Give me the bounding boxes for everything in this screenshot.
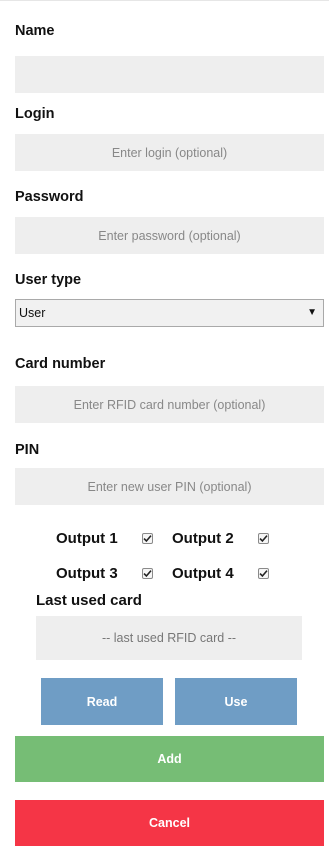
- name-label: Name: [15, 23, 55, 39]
- checkmark-icon: [143, 570, 152, 578]
- checkmark-icon: [259, 535, 268, 543]
- login-field[interactable]: [15, 134, 324, 171]
- output-1-checkbox[interactable]: [142, 533, 153, 544]
- use-button[interactable]: Use: [175, 678, 297, 725]
- cancel-button[interactable]: Cancel: [15, 800, 324, 846]
- checkmark-icon: [259, 570, 268, 578]
- last-used-card-field: -- last used RFID card --: [36, 616, 302, 660]
- user-type-selected: User: [19, 306, 46, 320]
- password-field[interactable]: [15, 217, 324, 254]
- last-used-card-label: Last used card: [36, 592, 142, 609]
- output-2-checkbox[interactable]: [258, 533, 269, 544]
- add-button[interactable]: Add: [15, 736, 324, 782]
- pin-field[interactable]: [15, 468, 324, 505]
- name-field[interactable]: [15, 56, 324, 93]
- login-label: Login: [15, 106, 55, 122]
- card-number-label: Card number: [15, 356, 106, 372]
- add-user-form: Name Login Password User type User ▼ Car…: [0, 0, 329, 859]
- output-3-checkbox[interactable]: [142, 568, 153, 579]
- output-1-label: Output 1: [56, 530, 118, 547]
- output-4-checkbox[interactable]: [258, 568, 269, 579]
- password-label: Password: [15, 189, 84, 205]
- user-type-select[interactable]: User ▼: [15, 299, 324, 327]
- user-type-label: User type: [15, 272, 82, 288]
- read-button[interactable]: Read: [41, 678, 163, 725]
- card-number-field[interactable]: [15, 386, 324, 423]
- chevron-down-icon: ▼: [307, 307, 317, 318]
- output-3-label: Output 3: [56, 565, 118, 582]
- checkmark-icon: [143, 535, 152, 543]
- output-2-label: Output 2: [172, 530, 234, 547]
- output-4-label: Output 4: [172, 565, 234, 582]
- pin-label: PIN: [15, 442, 40, 458]
